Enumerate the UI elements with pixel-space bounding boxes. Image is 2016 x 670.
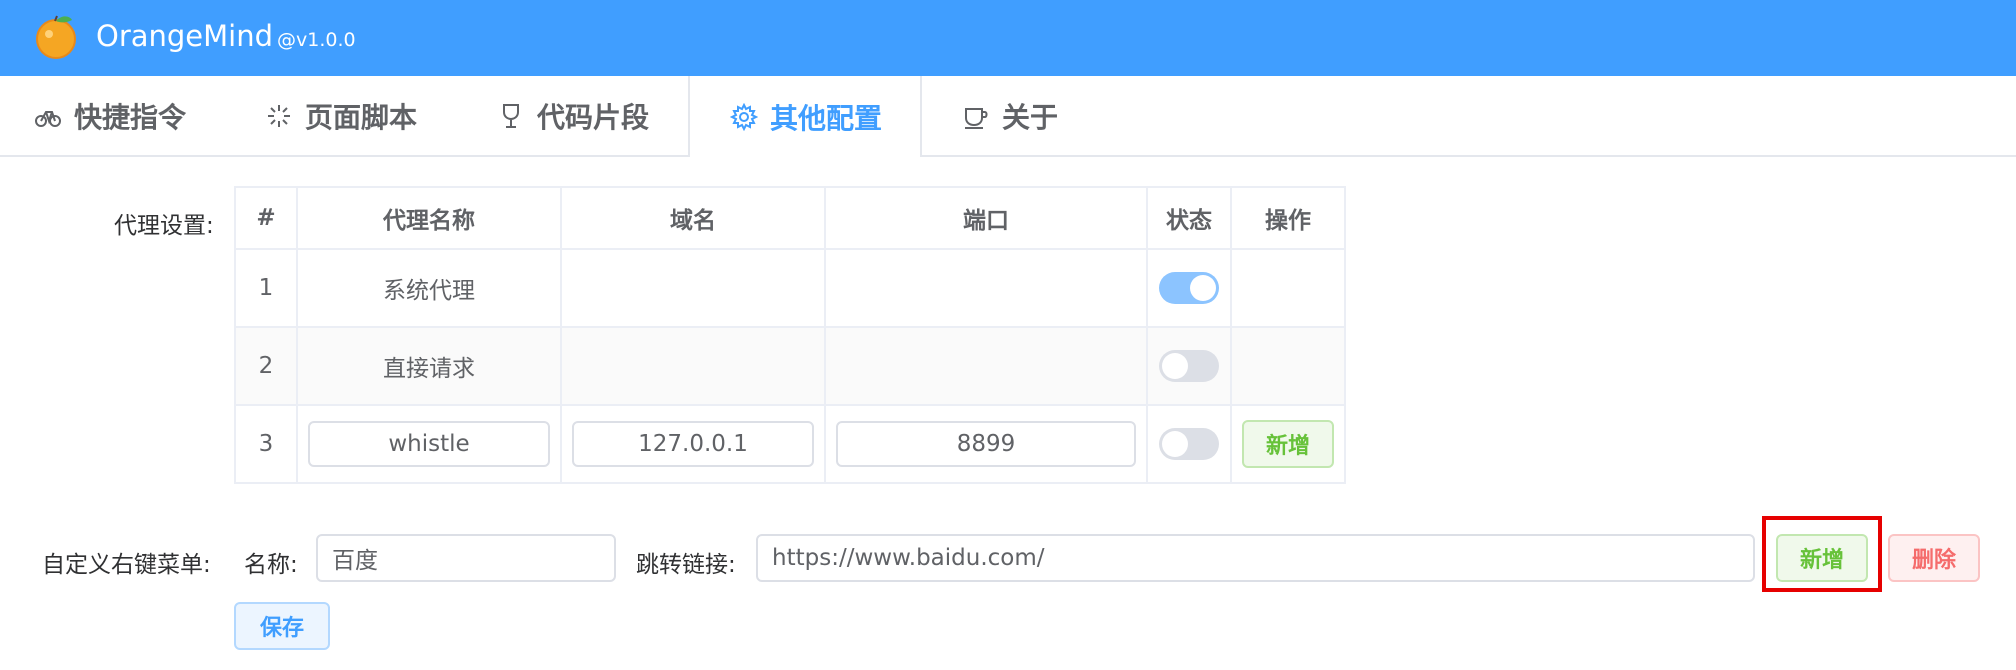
tab-page-scripts-label: 页面脚本 bbox=[305, 100, 418, 134]
toggle-knob bbox=[1162, 353, 1188, 379]
row-proxy-name: 系统代理 bbox=[296, 248, 562, 328]
row-domain bbox=[560, 326, 826, 406]
status-toggle[interactable] bbox=[1159, 428, 1219, 460]
menu-link-input[interactable]: https://www.baidu.com/ bbox=[756, 534, 1755, 582]
coffee-cup-icon bbox=[960, 100, 992, 132]
row-domain bbox=[560, 248, 826, 328]
proxy-settings-label: 代理设置: bbox=[114, 213, 214, 239]
row-actions bbox=[1230, 248, 1346, 328]
tab-bar: 快捷指令 页面脚本 代码片段 其他配置 关于 bbox=[0, 76, 2016, 157]
table-row: 2 直接请求 bbox=[234, 326, 1346, 406]
menu-name-input[interactable]: 百度 bbox=[316, 534, 616, 582]
domain-input[interactable]: 127.0.0.1 bbox=[572, 421, 814, 467]
tab-shortcuts[interactable]: 快捷指令 bbox=[32, 76, 186, 155]
delete-menu-button[interactable]: 删除 bbox=[1888, 534, 1980, 582]
bicycle-icon bbox=[32, 100, 64, 132]
table-header-row: # 代理名称 域名 端口 状态 操作 bbox=[234, 186, 1346, 250]
proxy-name-input[interactable]: whistle bbox=[308, 421, 550, 467]
port-input[interactable]: 8899 bbox=[836, 421, 1136, 467]
row-proxy-name: 直接请求 bbox=[296, 326, 562, 406]
row-proxy-name-cell: whistle bbox=[296, 404, 562, 484]
row-status bbox=[1146, 326, 1232, 406]
tab-code-snippets[interactable]: 代码片段 bbox=[495, 76, 649, 155]
column-header-domain: 域名 bbox=[560, 186, 826, 250]
tab-other-settings-label: 其他配置 bbox=[769, 101, 882, 135]
table-row: 1 系统代理 bbox=[234, 248, 1346, 328]
add-proxy-button[interactable]: 新增 bbox=[1242, 420, 1334, 468]
row-status bbox=[1146, 248, 1232, 328]
app-title: OrangeMind @v1.0.0 bbox=[96, 18, 356, 58]
tab-shortcuts-label: 快捷指令 bbox=[74, 100, 187, 134]
status-toggle[interactable] bbox=[1159, 350, 1219, 382]
row-actions: 新增 bbox=[1230, 404, 1346, 484]
tab-about[interactable]: 关于 bbox=[960, 76, 1058, 155]
row-port bbox=[824, 326, 1148, 406]
row-index: 2 bbox=[234, 326, 298, 406]
row-index: 3 bbox=[234, 404, 298, 484]
row-status bbox=[1146, 404, 1232, 484]
tab-code-snippets-label: 代码片段 bbox=[537, 100, 650, 134]
tab-page-scripts[interactable]: 页面脚本 bbox=[263, 76, 417, 155]
menu-link-label: 跳转链接: bbox=[636, 552, 736, 578]
column-header-status: 状态 bbox=[1146, 186, 1232, 250]
sparkle-icon bbox=[263, 100, 295, 132]
app-header: OrangeMind @v1.0.0 bbox=[0, 0, 2016, 76]
column-header-actions: 操作 bbox=[1230, 186, 1346, 250]
column-header-index: # bbox=[234, 186, 298, 250]
goblet-icon bbox=[495, 100, 527, 132]
status-toggle[interactable] bbox=[1159, 272, 1219, 304]
app-name: OrangeMind bbox=[96, 19, 274, 53]
toggle-knob bbox=[1162, 431, 1188, 457]
row-port-cell: 8899 bbox=[824, 404, 1148, 484]
app-version: @v1.0.0 bbox=[277, 29, 356, 51]
proxy-table: # 代理名称 域名 端口 状态 操作 1 系统代理 2 直接请求 3 whist… bbox=[234, 186, 1346, 484]
tab-other-settings[interactable]: 其他配置 bbox=[688, 76, 922, 157]
row-index: 1 bbox=[234, 248, 298, 328]
menu-name-label: 名称: bbox=[244, 552, 298, 578]
tab-about-label: 关于 bbox=[1002, 100, 1059, 134]
highlight-box bbox=[1762, 516, 1882, 592]
column-header-port: 端口 bbox=[824, 186, 1148, 250]
column-header-proxy-name: 代理名称 bbox=[296, 186, 562, 250]
context-menu-label: 自定义右键菜单: bbox=[42, 552, 211, 578]
row-actions bbox=[1230, 326, 1346, 406]
table-row: 3 whistle 127.0.0.1 8899 新增 bbox=[234, 404, 1346, 484]
save-button[interactable]: 保存 bbox=[234, 602, 330, 650]
orange-logo-icon bbox=[36, 15, 76, 59]
row-domain-cell: 127.0.0.1 bbox=[560, 404, 826, 484]
gear-icon bbox=[728, 101, 760, 133]
toggle-knob bbox=[1190, 275, 1216, 301]
row-port bbox=[824, 248, 1148, 328]
